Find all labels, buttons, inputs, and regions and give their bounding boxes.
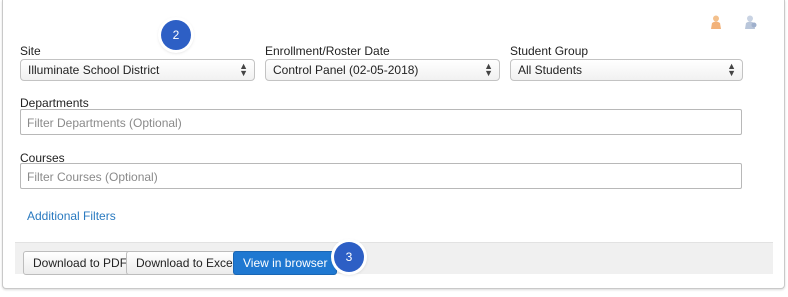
select-caret-icon: ▲ ▼ <box>484 61 493 78</box>
user-icon[interactable] <box>708 14 724 30</box>
favorite-user-icon[interactable] <box>742 14 758 30</box>
download-pdf-button[interactable]: Download to PDF <box>23 251 138 275</box>
site-label: Site <box>20 44 41 58</box>
student-group-select[interactable]: All Students ▲ ▼ <box>510 59 743 81</box>
top-icon-group <box>708 14 758 30</box>
view-in-browser-button[interactable]: View in browser <box>233 251 338 275</box>
step-2-badge: 2 <box>161 20 191 50</box>
action-toolbar: Download to PDF Download to Excel View i… <box>15 242 773 275</box>
step-3-badge: 3 <box>334 242 364 272</box>
site-select-value: Illuminate School District <box>28 63 160 77</box>
enrollment-select[interactable]: Control Panel (02-05-2018) ▲ ▼ <box>265 59 500 81</box>
enrollment-select-value: Control Panel (02-05-2018) <box>273 63 419 77</box>
report-panel: Site Illuminate School District ▲ ▼ Enrol… <box>2 0 785 289</box>
site-select[interactable]: Illuminate School District ▲ ▼ <box>20 59 255 81</box>
select-caret-icon: ▲ ▼ <box>239 61 248 78</box>
select-caret-icon: ▲ ▼ <box>727 61 736 78</box>
student-group-label: Student Group <box>510 44 589 58</box>
courses-input[interactable]: Filter Courses (Optional) <box>20 163 742 189</box>
departments-input[interactable]: Filter Departments (Optional) <box>20 109 742 135</box>
download-excel-button[interactable]: Download to Excel <box>126 251 246 275</box>
departments-label: Departments <box>20 96 89 110</box>
student-group-select-value: All Students <box>518 63 583 77</box>
enrollment-label: Enrollment/Roster Date <box>265 44 390 58</box>
additional-filters-link[interactable]: Additional Filters <box>27 209 116 223</box>
